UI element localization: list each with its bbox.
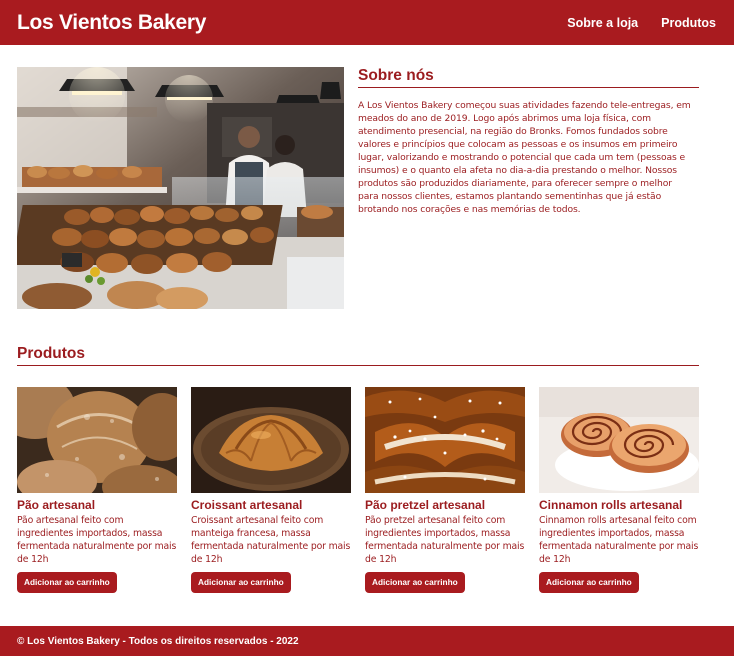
product-card: Pão pretzel artesanal Pão pretzel artesa… <box>365 387 525 593</box>
footer-copyright: © Los Vientos Bakery - Todos os direitos… <box>17 635 299 647</box>
product-description: Pão pretzel artesanal feito com ingredie… <box>365 515 525 565</box>
add-to-cart-button[interactable]: Adicionar ao carrinho <box>191 572 291 593</box>
product-name: Croissant artesanal <box>191 498 303 512</box>
add-to-cart-button[interactable]: Adicionar ao carrinho <box>365 572 465 593</box>
nav-link-sobre[interactable]: Sobre a loja <box>567 16 638 30</box>
site-footer: © Los Vientos Bakery - Todos os direitos… <box>0 626 734 656</box>
product-name: Pão artesanal <box>17 498 96 512</box>
product-card: Cinnamon rolls artesanal Cinnamon rolls … <box>539 387 699 593</box>
product-description: Croissant artesanal feito com manteiga f… <box>191 515 351 565</box>
about-heading: Sobre nós <box>358 67 699 88</box>
bakery-interior-image <box>17 67 344 309</box>
product-description: Cinnamon rolls artesanal feito com ingre… <box>539 515 699 565</box>
main-nav: Sobre a loja Produtos <box>567 16 716 30</box>
cinnamon-roll-image <box>539 387 699 493</box>
add-to-cart-button[interactable]: Adicionar ao carrinho <box>539 572 639 593</box>
add-to-cart-button[interactable]: Adicionar ao carrinho <box>17 572 117 593</box>
croissant-image <box>191 387 351 493</box>
brand-logo[interactable]: Los Vientos Bakery <box>17 11 206 35</box>
product-name: Pão pretzel artesanal <box>365 498 486 512</box>
products-heading: Produtos <box>17 345 699 366</box>
product-description: Pão artesanal feito com ingredientes imp… <box>17 515 177 565</box>
pretzel-image <box>365 387 525 493</box>
product-card: Croissant artesanal Croissant artesanal … <box>191 387 351 593</box>
nav-link-produtos[interactable]: Produtos <box>661 16 716 30</box>
site-header: Los Vientos Bakery Sobre a loja Produtos <box>0 0 734 45</box>
product-card: Pão artesanal Pão artesanal feito com in… <box>17 387 177 593</box>
bread-loaf-image <box>17 387 177 493</box>
product-name: Cinnamon rolls artesanal <box>539 498 683 512</box>
about-paragraph: A Los Vientos Bakery começou suas ativid… <box>358 100 691 215</box>
